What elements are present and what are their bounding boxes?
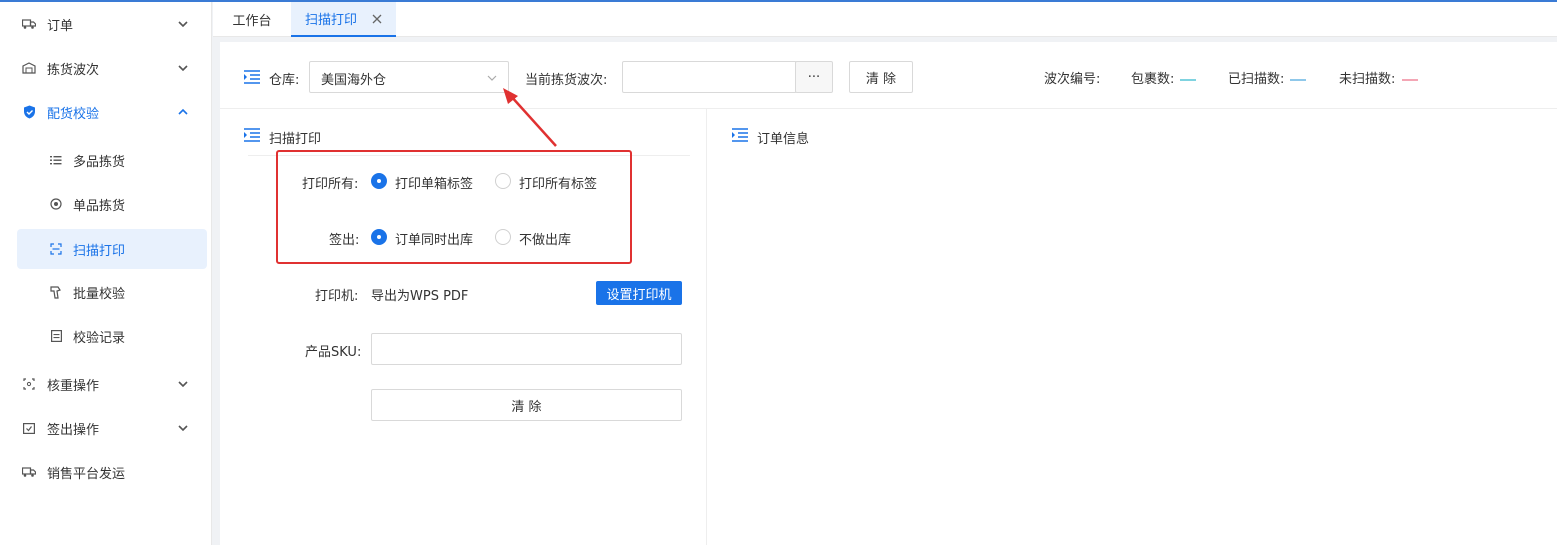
scanned-count-value bbox=[1290, 79, 1306, 81]
tab-scan-print[interactable]: 扫描打印 bbox=[291, 2, 396, 37]
target-icon bbox=[49, 197, 63, 211]
scan-icon bbox=[49, 242, 63, 256]
warehouse-select[interactable]: 美国海外仓 bbox=[309, 61, 509, 93]
tab-workbench[interactable]: 工作台 bbox=[213, 2, 291, 37]
sidebar-item-batch-check[interactable]: 批量校验 bbox=[0, 272, 212, 312]
unscanned-count-value bbox=[1402, 79, 1418, 81]
sidebar-item-label: 多品拣货 bbox=[73, 154, 126, 170]
tabs-bar: 工作台 扫描打印 bbox=[213, 2, 1557, 37]
sku-label: 产品SKU: bbox=[305, 345, 362, 360]
sidebar-item-label: 配货校验 bbox=[47, 106, 100, 122]
unscanned-count-label: 未扫描数: bbox=[1339, 72, 1396, 87]
record-icon bbox=[49, 329, 63, 343]
indent-list-icon bbox=[732, 128, 748, 142]
sidebar-item-label: 核重操作 bbox=[47, 378, 100, 394]
sidebar-item-label: 销售平台发运 bbox=[47, 466, 126, 482]
scanned-count-label: 已扫描数: bbox=[1228, 72, 1285, 87]
sku-input[interactable] bbox=[371, 333, 682, 365]
sidebar-item-orders[interactable]: 订单 bbox=[0, 4, 212, 44]
warehouse-select-value: 美国海外仓 bbox=[321, 73, 387, 88]
truck-icon bbox=[22, 17, 36, 31]
checkout-icon bbox=[22, 421, 36, 435]
sidebar-item-picking-wave[interactable]: 拣货波次 bbox=[0, 48, 212, 88]
chevron-down-icon bbox=[178, 381, 188, 388]
list-icon bbox=[49, 153, 63, 167]
sidebar-item-label: 拣货波次 bbox=[47, 62, 100, 78]
chevron-down-icon bbox=[487, 75, 497, 81]
ellipsis-icon: ··· bbox=[807, 69, 821, 85]
scan-panel-title: 扫描打印 bbox=[269, 132, 322, 147]
sidebar-item-platform-shipping[interactable]: 销售平台发运 bbox=[0, 452, 212, 492]
wave-number-label: 波次编号: bbox=[1044, 72, 1101, 87]
order-info-panel: 订单信息 bbox=[707, 109, 1557, 545]
sidebar-item-checkout[interactable]: 签出操作 bbox=[0, 408, 212, 448]
chevron-down-icon bbox=[178, 21, 188, 28]
clear-wave-label: 清 除 bbox=[865, 71, 897, 87]
printer-label: 打印机: bbox=[315, 289, 359, 304]
clear-wave-button[interactable]: 清 除 bbox=[849, 61, 913, 93]
sidebar-item-label: 单品拣货 bbox=[73, 198, 126, 214]
tab-label: 工作台 bbox=[232, 14, 272, 29]
chevron-down-icon bbox=[178, 425, 188, 432]
sidebar-item-label: 订单 bbox=[47, 18, 74, 34]
sidebar-item-allocation-check[interactable]: 配货校验 bbox=[0, 92, 212, 132]
scale-icon bbox=[22, 377, 36, 391]
sidebar-item-single-picking[interactable]: 单品拣货 bbox=[0, 184, 212, 224]
sidebar-item-multi-picking[interactable]: 多品拣货 bbox=[0, 140, 212, 180]
sidebar-item-label: 签出操作 bbox=[47, 422, 100, 438]
chevron-down-icon bbox=[178, 65, 188, 72]
package-count-value bbox=[1180, 79, 1196, 81]
scan-print-panel: 扫描打印 打印所有: 打印单箱标签 打印所有标签 签出: 订单同时出库 不做出库… bbox=[220, 109, 707, 545]
sidebar-item-scan-print[interactable]: 扫描打印 bbox=[17, 229, 207, 269]
wave-input[interactable] bbox=[622, 61, 797, 93]
main-content: 仓库: 美国海外仓 当前拣货波次: ··· 清 除 波次编号: 包裹数: 已扫描… bbox=[220, 42, 1557, 545]
highlight-box bbox=[276, 150, 632, 264]
shield-check-icon bbox=[22, 105, 36, 119]
printer-value: 导出为WPS PDF bbox=[371, 289, 469, 304]
wave-label: 当前拣货波次: bbox=[525, 73, 608, 88]
sidebar-item-label: 校验记录 bbox=[73, 330, 126, 346]
set-printer-label: 设置打印机 bbox=[606, 287, 672, 303]
barcode-gun-icon bbox=[49, 285, 63, 299]
wave-select-button[interactable]: ··· bbox=[795, 61, 833, 93]
toolbar: 仓库: 美国海外仓 当前拣货波次: ··· 清 除 波次编号: 包裹数: 已扫描… bbox=[220, 42, 1557, 109]
sidebar: 订单 拣货波次 配货校验 多品拣货 单品拣货 扫描打印 批量校验 校验记录 核重… bbox=[0, 2, 212, 545]
sidebar-item-weigh-check[interactable]: 核重操作 bbox=[0, 364, 212, 404]
package-count-label: 包裹数: bbox=[1131, 72, 1175, 87]
sidebar-item-check-records[interactable]: 校验记录 bbox=[0, 316, 212, 356]
order-panel-title: 订单信息 bbox=[757, 132, 810, 147]
delivery-icon bbox=[22, 465, 36, 479]
clear-sku-button[interactable]: 清 除 bbox=[371, 389, 682, 421]
set-printer-button[interactable]: 设置打印机 bbox=[596, 281, 682, 305]
clear-sku-label: 清 除 bbox=[511, 399, 542, 415]
tab-label: 扫描打印 bbox=[305, 13, 358, 28]
close-icon[interactable] bbox=[371, 13, 383, 25]
warehouse-label: 仓库: bbox=[269, 73, 300, 88]
sidebar-item-label: 扫描打印 bbox=[73, 243, 126, 259]
warehouse-icon bbox=[22, 61, 36, 75]
indent-list-icon bbox=[244, 128, 260, 142]
indent-list-icon bbox=[244, 70, 260, 84]
chevron-up-icon bbox=[178, 108, 188, 115]
sidebar-item-label: 批量校验 bbox=[73, 286, 126, 302]
